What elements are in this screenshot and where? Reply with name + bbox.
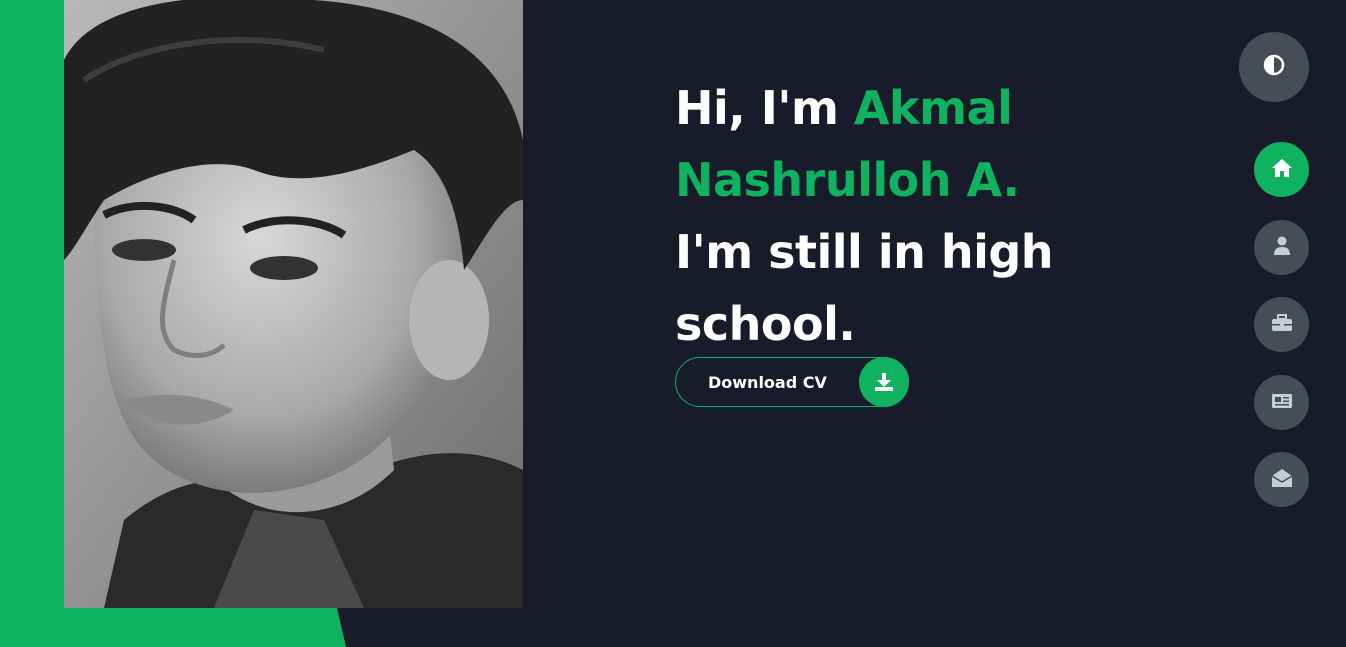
home-icon: [1271, 158, 1293, 182]
nav-home-button[interactable]: [1254, 142, 1309, 197]
user-icon: [1273, 236, 1291, 260]
nav-blog-button[interactable]: [1254, 375, 1309, 430]
nav-about-button[interactable]: [1254, 220, 1309, 275]
tagline-line-1: I'm still in high: [675, 225, 1054, 279]
hero-section: Hi, I'm Akmal Nashrulloh A. I'm still in…: [675, 72, 1095, 360]
hero-heading: Hi, I'm Akmal Nashrulloh A. I'm still in…: [675, 72, 1095, 360]
briefcase-icon: [1271, 313, 1293, 337]
greeting-text: Hi, I'm: [675, 81, 839, 135]
nav-portfolio-button[interactable]: [1254, 297, 1309, 352]
download-cv-label: Download CV: [708, 373, 827, 392]
envelope-open-icon: [1271, 468, 1293, 492]
nav-contact-button[interactable]: [1254, 452, 1309, 507]
download-cv-button[interactable]: Download CV: [675, 357, 909, 407]
name-last: Nashrulloh A.: [675, 153, 1020, 207]
tagline-line-2: school.: [675, 297, 856, 351]
name-first: Akmal: [853, 81, 1013, 135]
theme-toggle-button[interactable]: [1239, 32, 1309, 102]
newspaper-icon: [1271, 392, 1293, 414]
half-circle-icon: [1263, 54, 1285, 80]
download-icon: [859, 357, 909, 407]
profile-portrait: [64, 0, 523, 608]
